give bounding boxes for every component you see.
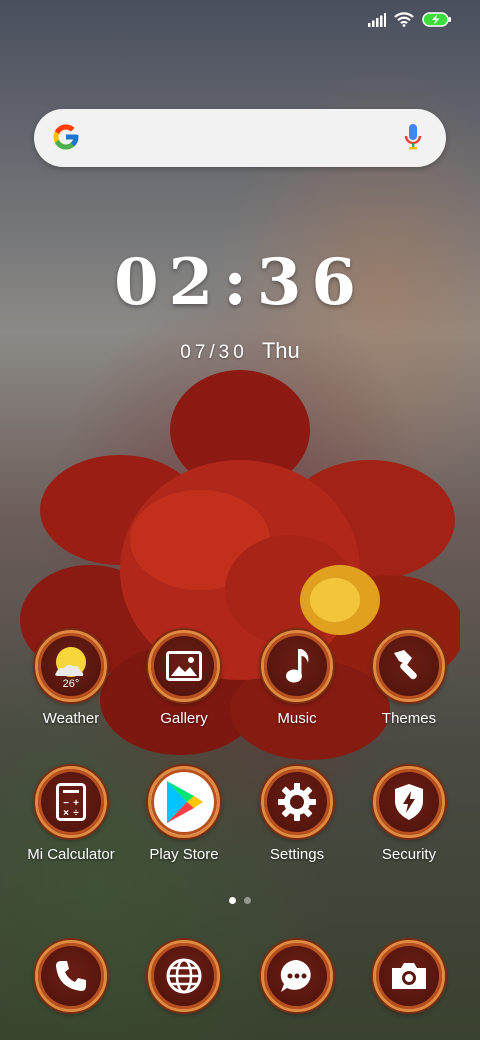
app-play-store[interactable]: Play Store	[128, 766, 240, 863]
phone-icon	[35, 940, 107, 1012]
app-mi-calculator[interactable]: − + × ÷ Mi Calculator	[15, 766, 127, 863]
camera-icon	[373, 940, 445, 1012]
mic-icon[interactable]	[404, 123, 422, 158]
google-g-icon	[51, 122, 81, 157]
weather-icon: 26°	[35, 630, 107, 702]
calculator-icon: − + × ÷	[35, 766, 107, 838]
messages-icon	[261, 940, 333, 1012]
dock-phone[interactable]	[15, 940, 127, 1012]
page-indicator	[0, 897, 480, 904]
status-bar	[0, 0, 480, 44]
weather-temp: 26°	[63, 678, 80, 689]
google-search-bar[interactable]	[34, 109, 446, 167]
play-store-icon	[148, 766, 220, 838]
page-dot-2[interactable]	[244, 897, 251, 904]
app-label: Settings	[269, 846, 325, 863]
app-label: Security	[381, 846, 437, 863]
brush-icon	[373, 630, 445, 702]
app-label: Play Store	[149, 846, 219, 863]
app-music[interactable]: Music	[241, 630, 353, 727]
app-label: Mi Calculator	[27, 846, 115, 863]
app-label: Music	[277, 710, 317, 727]
app-weather[interactable]: 26° Weather	[15, 630, 127, 727]
dock-camera[interactable]	[353, 940, 465, 1012]
app-security[interactable]: Security	[353, 766, 465, 863]
app-label: Themes	[381, 710, 437, 727]
gear-icon	[261, 766, 333, 838]
shield-icon	[373, 766, 445, 838]
app-label: Gallery	[160, 710, 208, 727]
music-note-icon	[261, 630, 333, 702]
svg-text:÷: ÷	[73, 808, 79, 819]
gallery-icon	[148, 630, 220, 702]
wifi-icon	[394, 12, 414, 27]
app-settings[interactable]: Settings	[241, 766, 353, 863]
browser-globe-icon	[148, 940, 220, 1012]
clock-time[interactable]: 02:36	[0, 245, 480, 320]
app-themes[interactable]: Themes	[353, 630, 465, 727]
app-label: Weather	[42, 710, 100, 727]
dock-messages[interactable]	[241, 940, 353, 1012]
signal-icon	[368, 12, 386, 27]
app-gallery[interactable]: Gallery	[128, 630, 240, 727]
battery-charging-icon	[422, 12, 452, 27]
page-dot-1[interactable]	[229, 897, 236, 904]
svg-text:×: ×	[63, 808, 69, 819]
dock-browser[interactable]	[128, 940, 240, 1012]
